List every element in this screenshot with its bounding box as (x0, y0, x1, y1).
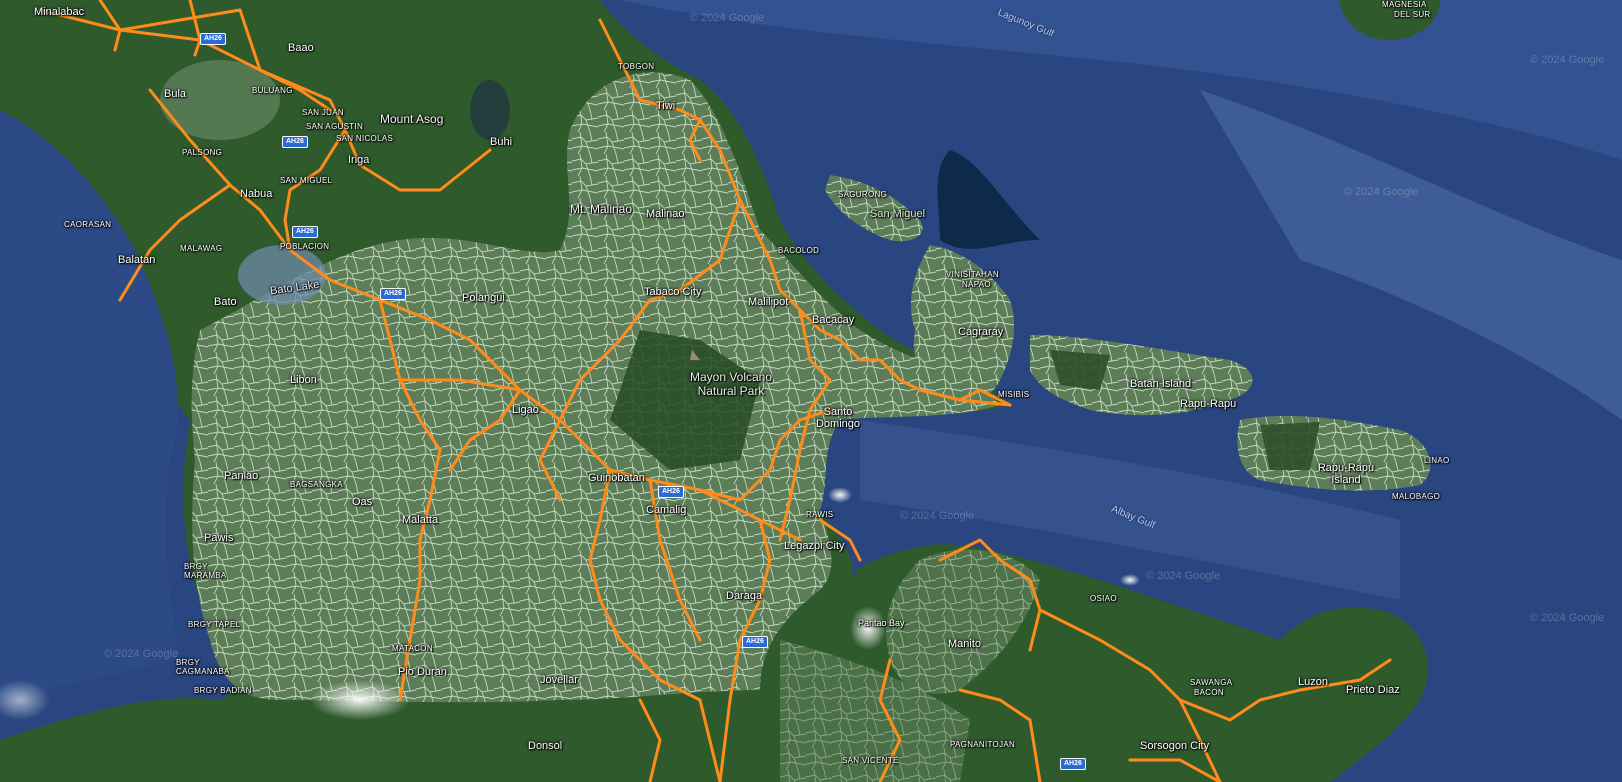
label-palsong: PALSONG (182, 148, 223, 157)
label-pantao-bay: Pantao Bay (858, 618, 905, 628)
label-iriga: Iriga (348, 154, 370, 166)
label-nabua: Nabua (240, 188, 273, 200)
label-malatta: Malatta (402, 514, 439, 526)
label-misibis: MISIBIS (998, 390, 1030, 399)
label-matacon: MATACON (392, 644, 433, 653)
label-san-miguel-brgy: SAN MIGUEL (280, 176, 333, 185)
label-malinao: Malinao (646, 208, 685, 220)
label-bacon: BACON (1194, 688, 1224, 697)
label-rawis: RAWIS (806, 510, 834, 519)
highway-shield: AH26 (742, 636, 768, 648)
label-brgy-tapel: BRGY TAPEL (188, 620, 241, 629)
label-san-agustin: SAN AGUSTIN (306, 122, 364, 131)
label-osiao: OSIAO (1090, 594, 1117, 603)
label-san-juan: SAN JUAN (302, 108, 344, 117)
satellite-basemap (0, 0, 1622, 782)
label-brgy-badian: BRGY BADIAN (194, 686, 252, 695)
label-napao: NAPAO (962, 280, 991, 289)
map-canvas[interactable]: Lagunoy Gulf Albay Gulf Minalabac Baao B… (0, 0, 1622, 782)
label-san-vicente: SAN VICENTE (842, 756, 899, 765)
label-minalabac: Minalabac (34, 6, 85, 18)
watermark: © 2024 Google (1530, 612, 1605, 624)
label-bula: Bula (164, 88, 187, 100)
watermark: © 2024 Google (104, 648, 179, 660)
label-camalig: Camalig (646, 504, 687, 516)
highway-shield: AH26 (292, 226, 318, 238)
label-oas: Oas (352, 496, 373, 508)
highway-shield: AH26 (282, 136, 308, 148)
label-bato: Bato (214, 296, 237, 308)
label-guinobatan: Guinobatan (588, 472, 645, 484)
label-brgy-maramba: BRGY MARAMBA (184, 562, 227, 580)
highway-shield: AH26 (658, 486, 684, 498)
label-baao: Baao (288, 42, 314, 54)
label-manito: Manito (948, 638, 982, 650)
label-daraga: Daraga (726, 590, 763, 602)
label-magnesia: MAGNESIA (1382, 0, 1427, 9)
highway-shield: AH26 (380, 288, 406, 300)
label-polangui: Polangui (462, 292, 505, 304)
label-libon: Libon (290, 374, 317, 386)
label-tobgon: TOBGON (618, 62, 655, 71)
label-mount-asog: Mount Asog (380, 112, 444, 126)
label-rapu-rapu-island: Rapu-Rapu Island (1317, 462, 1375, 486)
watermark: © 2024 Google (1344, 186, 1419, 198)
label-santo-domingo: Santo Domingo (815, 406, 861, 430)
label-caorasan: CAORASAN (64, 220, 112, 229)
highway-shield: AH26 (200, 33, 226, 45)
label-buhi: Buhi (490, 136, 513, 148)
label-malobago: MALOBAGO (1392, 492, 1441, 501)
label-legazpi: Legazpi City (784, 540, 845, 552)
label-san-nicolas: SAN NICOLAS (336, 134, 394, 143)
label-prieto-diaz: Prieto Diaz (1346, 684, 1400, 696)
label-malawag: MALAWAG (180, 244, 223, 253)
label-panlao: Panlao (224, 470, 259, 482)
label-bacolod: BACOLOD (778, 246, 820, 255)
label-pagnanitojan: PAGNANITOJAN (950, 740, 1016, 749)
watermark: © 2024 Google (690, 12, 765, 24)
label-sorsogon-city: Sorsogon City (1140, 740, 1210, 752)
highway-shield: AH26 (1060, 758, 1086, 770)
label-sawanga: SAWANGA (1190, 678, 1233, 687)
label-mayon-park: Mayon Volcano Natural Park (689, 370, 773, 398)
label-pio-duran: Pio Duran (398, 666, 447, 678)
label-ligao: Ligao (512, 404, 539, 416)
label-buluang: BULUANG (252, 86, 293, 95)
label-bagsangka: BAGSANGKA (290, 480, 343, 489)
label-jovellar: Jovellar (540, 674, 578, 686)
label-cagmanaba: BRGY CAGMANABA (176, 658, 230, 676)
label-sagurong: SAGURONG (838, 190, 888, 199)
label-pawis: Pawis (204, 532, 234, 544)
label-cagraray: Cagraray (958, 326, 1004, 338)
label-del-sur: DEL SUR (1394, 10, 1431, 19)
label-balatan: Balatan (118, 254, 156, 266)
watermark: © 2024 Google (1530, 54, 1605, 66)
label-mt-malinao: Mt. Malinao (570, 202, 633, 216)
label-tiwi: Tiwi (656, 100, 676, 112)
label-linao: LINAO (1424, 456, 1450, 465)
label-batan-island: Batan Island (1130, 378, 1192, 390)
label-tabaco-city: Tabaco City (644, 286, 702, 298)
label-luzon: Luzon (1298, 676, 1328, 688)
label-poblacion: POBLACION (280, 242, 330, 251)
label-rapu-rapu: Rapu-Rapu (1180, 398, 1237, 410)
label-donsol: Donsol (528, 740, 563, 752)
watermark: © 2024 Google (900, 510, 975, 522)
label-visitahan: VINISITAHAN (946, 270, 999, 279)
watermark: © 2024 Google (1146, 570, 1221, 582)
label-san-miguel: San Miguel (870, 208, 926, 220)
label-bacacay: Bacacay (812, 314, 855, 326)
label-malilipot: Malilipot (748, 296, 789, 308)
